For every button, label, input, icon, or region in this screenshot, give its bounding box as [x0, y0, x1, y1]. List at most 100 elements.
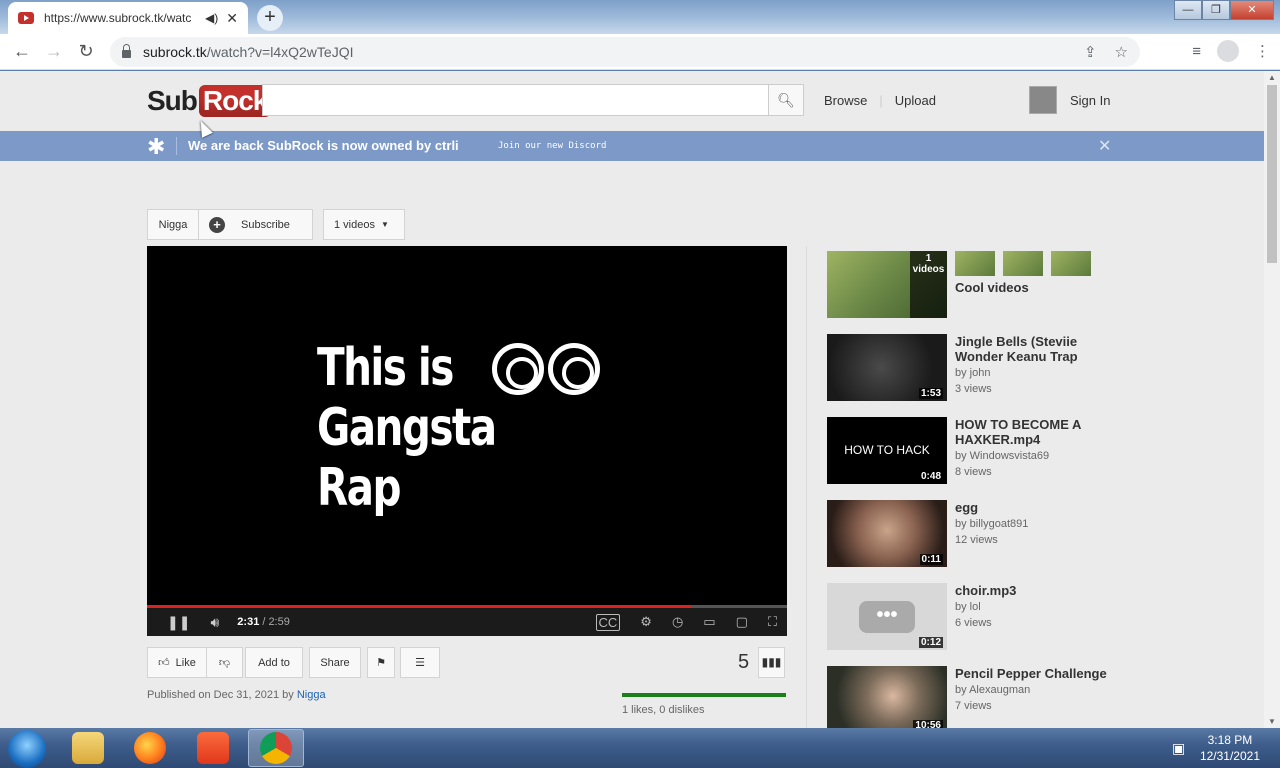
url-text[interactable]: subrock.tk/watch?v=l4xQ2wTeJQI — [143, 44, 1066, 60]
subscribe-button[interactable]: + Subscribe — [199, 209, 313, 240]
duration: / 2:59 — [262, 616, 290, 628]
subscribe-label: Subscribe — [241, 218, 290, 231]
fullscreen-icon[interactable]: ⛶ — [768, 614, 777, 630]
brave-icon[interactable] — [197, 732, 229, 764]
related-video[interactable]: HOW TO HACK 0:48 HOW TO BECOME A HAXKER.… — [827, 417, 1127, 500]
subrock-logo[interactable]: Sub Rock — [147, 81, 272, 121]
upload-link[interactable]: Upload — [895, 93, 936, 108]
maximize-button[interactable]: ❐ — [1202, 0, 1230, 20]
scroll-up-icon[interactable]: ▲ — [1268, 73, 1276, 82]
action-bar: 👍︎ Like 👎︎ Add to Share ⚑ ☰ — [147, 647, 440, 678]
banner-text: We are back SubRock is now owned by ctrl… — [188, 138, 459, 153]
videos-dropdown[interactable]: 1 videos ▼ — [323, 209, 405, 240]
scroll-thumb[interactable] — [1267, 85, 1277, 263]
video-thumbnail[interactable]: 0:11 — [827, 500, 947, 567]
browser-tab[interactable]: https://www.subrock.tk/watc ◀) ✕ — [8, 2, 248, 34]
video-thumbnail[interactable]: HOW TO HACK 0:48 — [827, 417, 947, 484]
new-tab-button[interactable]: + — [257, 5, 283, 31]
watch-later-clock-icon[interactable]: ◷ — [672, 614, 683, 630]
video-author: by Windowsvista69 — [955, 450, 1050, 462]
thumbnail-text: HOW TO HACK — [844, 443, 930, 457]
video-title[interactable]: egg — [955, 500, 1115, 515]
video-info: Jingle Bells (Steviie Wonder Keanu Trap … — [955, 334, 1115, 396]
share-icon[interactable]: ⇪ — [1084, 43, 1097, 61]
playlist-title[interactable]: Cool videos — [955, 280, 1115, 295]
view-count: 5 — [738, 651, 750, 673]
like-button[interactable]: 👍︎ Like — [147, 647, 207, 678]
reload-icon[interactable]: ↻ — [70, 41, 102, 62]
system-clock[interactable]: 3:18 PM 12/31/2021 — [1200, 732, 1260, 764]
browse-link[interactable]: Browse — [824, 93, 867, 108]
chrome-icon[interactable] — [260, 732, 292, 764]
start-button[interactable] — [8, 730, 46, 768]
browser-toolbar: ← → ↻ subrock.tk/watch?v=l4xQ2wTeJQI ⇪ ☆… — [0, 34, 1280, 70]
video-player[interactable]: This is Gangsta Rap ❚❚ 🔊︎ 2:31 / 2:59 CC… — [147, 246, 787, 636]
stats-bar-icon: ▮▮▮ — [761, 655, 782, 669]
uploader-link[interactable]: Nigga — [297, 689, 326, 701]
video-info: Pencil Pepper Challenge by Alexaugman 7 … — [955, 666, 1115, 713]
video-title[interactable]: Jingle Bells (Steviie Wonder Keanu Trap — [955, 334, 1115, 364]
captions-icon[interactable]: CC — [595, 613, 621, 631]
video-thumbnail[interactable]: 10:56 — [827, 666, 947, 728]
user-avatar[interactable] — [1029, 86, 1057, 114]
related-video[interactable]: 1:53 Jingle Bells (Steviie Wonder Keanu … — [827, 334, 1127, 417]
banner-close-icon[interactable]: ✕ — [1098, 136, 1111, 156]
settings-gear-icon[interactable]: ⚙ — [640, 614, 652, 630]
video-title[interactable]: HOW TO BECOME A HAXKER.mp4 — [955, 417, 1115, 447]
dislike-button[interactable]: 👎︎ — [207, 647, 243, 678]
address-bar[interactable]: subrock.tk/watch?v=l4xQ2wTeJQI ⇪ ☆ — [110, 37, 1140, 67]
bookmark-star-icon[interactable]: ☆ — [1115, 43, 1128, 61]
playlist-mini-thumb-1[interactable] — [955, 251, 995, 276]
video-title[interactable]: Pencil Pepper Challenge — [955, 666, 1115, 681]
search-input[interactable] — [262, 84, 770, 116]
video-thumbnail[interactable]: ••• 0:12 — [827, 583, 947, 650]
video-title[interactable]: choir.mp3 — [955, 583, 1115, 598]
lock-icon[interactable] — [122, 44, 131, 58]
scroll-down-icon[interactable]: ▼ — [1268, 717, 1276, 726]
stats-button[interactable]: ▮▮▮ — [758, 647, 785, 678]
tab-audio-icon[interactable]: ◀) — [205, 11, 218, 25]
video-author: by lol — [955, 601, 981, 613]
forward-icon[interactable]: → — [38, 41, 70, 62]
profile-avatar-icon[interactable] — [1217, 40, 1239, 62]
theater-mode-icon[interactable]: ▢ — [736, 614, 748, 630]
controls-right: CC ⚙ ◷ ▭ ▢ ⛶ — [586, 613, 787, 631]
volume-icon[interactable]: 🔊︎ — [210, 614, 219, 631]
related-video[interactable]: ••• 0:12 choir.mp3 by lol 6 views — [827, 583, 1127, 666]
transcript-button[interactable]: ☰ — [400, 647, 440, 678]
announcement-banner: ✱ We are back SubRock is now owned by ct… — [0, 131, 1264, 161]
firefox-icon[interactable] — [134, 732, 166, 764]
like-ratio-bar — [622, 693, 786, 697]
logo-sub: Sub — [147, 85, 198, 116]
back-icon[interactable]: ← — [6, 41, 38, 62]
header-links: Browse | Upload — [824, 93, 936, 108]
video-thumbnail[interactable]: 1:53 — [827, 334, 947, 401]
channel-name-button[interactable]: Nigga — [147, 209, 199, 240]
media-queue-icon[interactable]: ≡ — [1192, 43, 1201, 60]
menu-kebab-icon[interactable]: ⋮ — [1255, 42, 1270, 60]
close-window-button[interactable]: ✕ — [1230, 0, 1274, 20]
star-icon: ✱ — [147, 134, 166, 159]
search-button[interactable]: 🔍︎ — [768, 84, 804, 116]
pause-icon[interactable]: ❚❚ — [167, 614, 190, 631]
network-icon[interactable]: ▣ — [1172, 740, 1185, 757]
related-video[interactable]: 0:11 egg by billygoat891 12 views — [827, 500, 1127, 583]
playlist-thumbnail[interactable]: 1 videos — [827, 251, 947, 318]
sign-in-link[interactable]: Sign In — [1070, 93, 1110, 108]
playlist-mini-thumb-3[interactable] — [1051, 251, 1091, 276]
related-video[interactable]: 10:56 Pencil Pepper Challenge by Alexaug… — [827, 666, 1127, 728]
discord-link[interactable]: Join our new Discord — [498, 141, 606, 151]
small-player-icon[interactable]: ▭ — [703, 614, 715, 630]
add-to-button[interactable]: Add to — [245, 647, 303, 678]
tab-close-icon[interactable]: ✕ — [226, 10, 238, 27]
playlist-item[interactable]: 1 videos Cool videos — [827, 251, 1127, 334]
browser-titlebar: https://www.subrock.tk/watc ◀) ✕ + — ❐ ✕ — [0, 0, 1280, 34]
like-label: Like — [175, 656, 196, 669]
page-scrollbar[interactable]: ▲ ▼ — [1264, 71, 1280, 728]
file-explorer-icon[interactable] — [72, 732, 104, 764]
share-button[interactable]: Share — [309, 647, 361, 678]
playlist-mini-thumb-2[interactable] — [1003, 251, 1043, 276]
flag-button[interactable]: ⚑ — [367, 647, 395, 678]
caret-down-icon: ▼ — [380, 220, 389, 229]
minimize-button[interactable]: — — [1174, 0, 1202, 20]
